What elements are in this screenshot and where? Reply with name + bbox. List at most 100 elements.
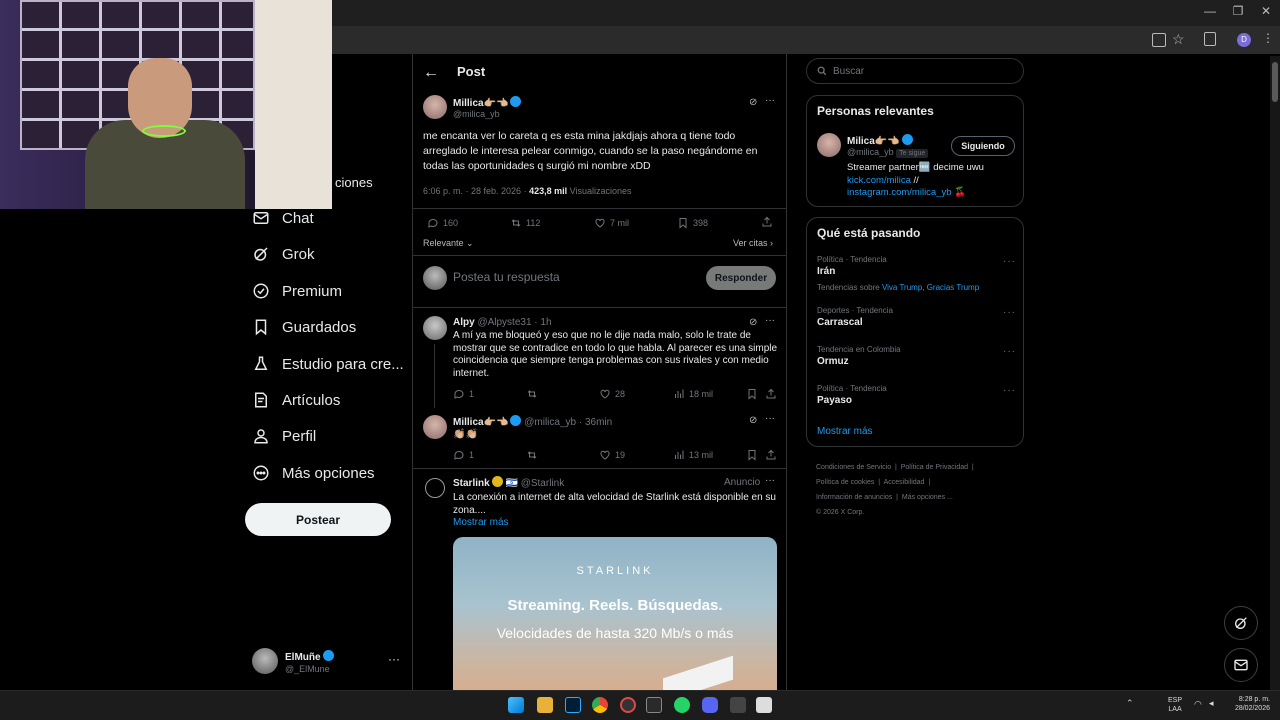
ad-show-more-link[interactable]: Mostrar más xyxy=(453,517,509,528)
nav-item-partial[interactable]: ciones xyxy=(335,175,373,190)
footer-link[interactable]: Política de Privacidad xyxy=(901,464,968,471)
scrollbar-thumb[interactable] xyxy=(1272,62,1278,102)
reply-button[interactable]: 1 xyxy=(453,388,474,400)
reply-input[interactable]: Postea tu respuesta xyxy=(453,270,693,284)
share-button[interactable] xyxy=(765,388,777,400)
like-button[interactable]: 19 xyxy=(599,449,625,461)
obs-icon[interactable] xyxy=(620,697,636,713)
bookmark-button[interactable] xyxy=(746,388,758,400)
language-indicator[interactable]: ESP LAA xyxy=(1168,696,1182,714)
starlink-logo-icon[interactable] xyxy=(425,478,445,498)
trend-item[interactable]: Política · Tendencia Irán Tendencias sob… xyxy=(817,255,1017,292)
account-switcher[interactable]: ElMuñe @_ElMune ··· xyxy=(252,648,402,678)
bookmark-button[interactable]: 398 xyxy=(677,217,708,229)
reply-button[interactable]: 1 xyxy=(453,449,474,461)
extensions-icon[interactable] xyxy=(1204,32,1216,46)
views-button[interactable]: 18 mil xyxy=(673,388,713,400)
back-arrow-icon[interactable]: ← xyxy=(423,64,439,82)
trend-more-icon[interactable]: ··· xyxy=(1003,346,1016,357)
kick-link[interactable]: kick.com/milica xyxy=(847,175,911,186)
nav-item-premium[interactable]: Premium xyxy=(252,279,342,303)
bookmark-button[interactable] xyxy=(746,449,758,461)
avatar[interactable] xyxy=(423,415,447,439)
grok-fab-button[interactable] xyxy=(1224,606,1258,640)
instagram-link[interactable]: instagram.com/milica_yb xyxy=(847,187,952,198)
messages-fab-button[interactable] xyxy=(1224,648,1258,682)
post-time[interactable]: 6:06 p. m. · 28 feb. 2026 · xyxy=(423,186,527,196)
trending-show-more-link[interactable]: Mostrar más xyxy=(817,426,873,437)
scrollbar[interactable] xyxy=(1270,56,1280,690)
chevron-up-icon[interactable]: ⌃ xyxy=(1126,698,1134,709)
relevant-handle[interactable]: @milica_yb xyxy=(847,147,894,157)
ad-image[interactable]: STARLINK Streaming. Reels. Búsquedas. Ve… xyxy=(453,537,777,690)
discord-icon[interactable] xyxy=(702,697,718,713)
trend-item[interactable]: Política · Tendencia Payaso xyxy=(817,384,997,406)
reply-author[interactable]: Alpy xyxy=(453,317,475,328)
following-button[interactable]: Siguiendo xyxy=(951,136,1015,156)
app-icon[interactable] xyxy=(730,697,746,713)
browser-menu-icon[interactable]: ⋮ xyxy=(1262,31,1274,45)
notepad-icon[interactable] xyxy=(756,697,772,713)
views-button[interactable]: 13 mil xyxy=(673,449,713,461)
reply-handle[interactable]: @Alpyste31 · 1h xyxy=(477,317,551,328)
ad-more-icon[interactable]: ··· xyxy=(765,475,775,486)
relevant-name[interactable]: Milica👉🏼👈🏼 xyxy=(847,136,900,147)
clock[interactable]: 8:28 p. m. 28/02/2026 xyxy=(1228,695,1270,713)
wifi-icon[interactable]: ◠ xyxy=(1194,699,1202,710)
footer-link[interactable]: Accesibilidad xyxy=(884,479,925,486)
profile-avatar-icon[interactable]: D xyxy=(1237,33,1251,47)
reply-more-icon[interactable]: ··· xyxy=(765,413,775,424)
like-button[interactable]: 7 mil xyxy=(594,217,629,229)
nav-item-articulos[interactable]: Artículos xyxy=(252,388,340,412)
account-more-icon[interactable]: ··· xyxy=(388,652,400,666)
nav-item-mas-opciones[interactable]: Más opciones xyxy=(252,461,375,485)
trend-more-icon[interactable]: ··· xyxy=(1003,307,1016,318)
avatar[interactable] xyxy=(817,133,841,157)
reply-more-icon[interactable]: ··· xyxy=(765,315,775,326)
footer-link[interactable]: Información de anuncios xyxy=(816,494,892,501)
footer-link[interactable]: Más opciones ... xyxy=(902,494,953,501)
maximize-button[interactable]: ❐ xyxy=(1228,4,1248,20)
nav-item-chat[interactable]: Chat xyxy=(252,206,314,230)
sort-dropdown[interactable]: Relevante ⌄ xyxy=(423,238,474,249)
footer-link[interactable]: Política de cookies xyxy=(816,479,874,486)
trend-more-icon[interactable]: ··· xyxy=(1003,256,1016,267)
bookmark-star-icon[interactable]: ☆ xyxy=(1172,31,1185,48)
ad-author[interactable]: Starlink xyxy=(453,478,490,489)
post-button[interactable]: Postear xyxy=(245,503,391,536)
footer-link[interactable]: Condiciones de Servicio xyxy=(816,464,891,471)
nav-item-guardados[interactable]: Guardados xyxy=(252,315,356,339)
repost-button[interactable] xyxy=(526,388,538,400)
chrome-icon[interactable] xyxy=(592,697,608,713)
avatar[interactable] xyxy=(423,316,447,340)
search-input[interactable]: Buscar xyxy=(806,58,1024,84)
repost-button[interactable]: 112 xyxy=(510,217,540,229)
share-button[interactable] xyxy=(765,449,777,461)
reply-button[interactable]: 160 xyxy=(427,217,458,229)
quotes-link[interactable]: Ver citas › xyxy=(733,238,773,248)
grok-icon[interactable]: ⊘ xyxy=(749,97,757,108)
trend-item[interactable]: Tendencia en Colombia Ormuz xyxy=(817,345,997,367)
close-window-button[interactable]: ✕ xyxy=(1256,4,1276,20)
whatsapp-icon[interactable] xyxy=(674,697,690,713)
post-more-icon[interactable]: ··· xyxy=(765,95,775,106)
trend-extra-links[interactable]: Viva Trump, Gracias Trump xyxy=(882,283,979,292)
photoshop-icon[interactable] xyxy=(565,697,581,713)
cast-icon[interactable] xyxy=(1152,33,1166,47)
minimize-button[interactable]: — xyxy=(1200,4,1220,20)
ad-handle[interactable]: @Starlink xyxy=(521,478,565,489)
reply-button[interactable]: Responder xyxy=(706,266,776,290)
trend-more-icon[interactable]: ··· xyxy=(1003,385,1016,396)
share-button[interactable] xyxy=(761,216,773,228)
post-handle[interactable]: @milica_yb xyxy=(453,109,500,119)
nav-item-grok[interactable]: Grok xyxy=(252,242,315,266)
post-author[interactable]: Millica👉🏼👈🏼 xyxy=(453,98,508,109)
nav-item-perfil[interactable]: Perfil xyxy=(252,424,316,448)
reply-handle[interactable]: @milica_yb · 36min xyxy=(524,417,612,428)
repost-button[interactable] xyxy=(526,449,538,461)
grok-icon[interactable]: ⊘ xyxy=(749,317,757,328)
volume-icon[interactable]: ◂ xyxy=(1209,698,1214,709)
file-explorer-icon[interactable] xyxy=(537,697,553,713)
trend-item[interactable]: Deportes · Tendencia Carrascal xyxy=(817,306,997,328)
nav-item-studio[interactable]: Estudio para cre... xyxy=(252,352,404,376)
